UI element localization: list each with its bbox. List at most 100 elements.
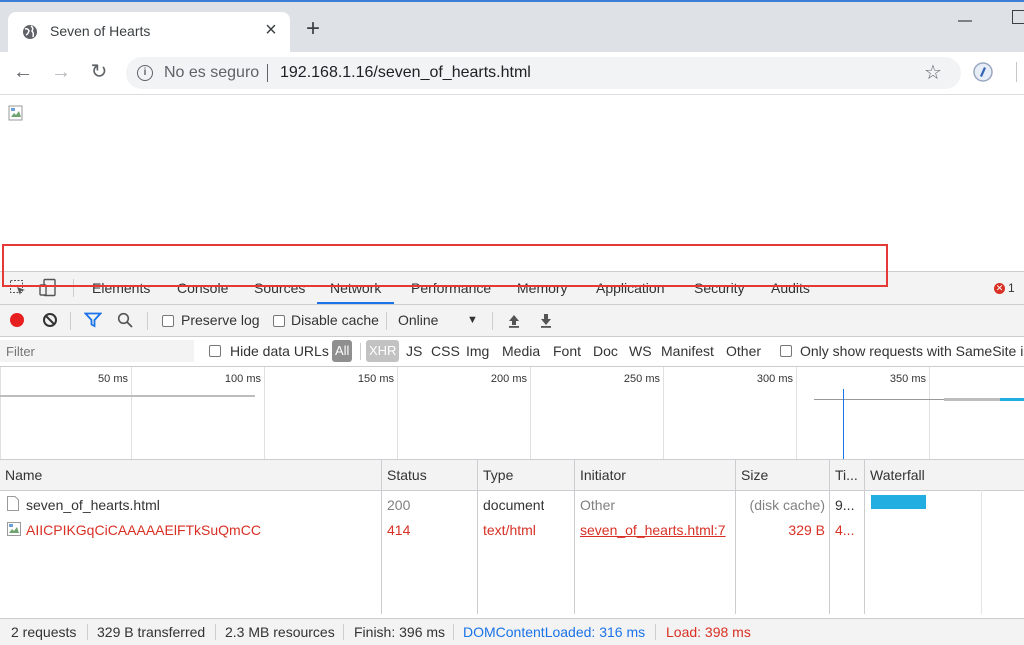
devtools-panel: Elements Console Sources Network Perform… <box>0 271 1024 645</box>
broken-image-icon <box>8 105 23 121</box>
dom-content-loaded-marker <box>843 389 844 459</box>
status-bar: 2 requests 329 B transferred 2.3 MB reso… <box>0 618 1024 645</box>
forward-button[interactable]: → <box>48 60 74 86</box>
filter-type-js[interactable]: JS <box>406 343 422 359</box>
error-icon: ✕ <box>994 283 1005 294</box>
column-size[interactable]: Size <box>741 467 768 483</box>
filter-type-manifest[interactable]: Manifest <box>661 343 714 359</box>
security-indicator[interactable]: No es seguro <box>164 64 259 82</box>
tab-close-icon[interactable]: × <box>261 20 281 40</box>
request-time: 4... <box>835 522 855 538</box>
filter-type-doc[interactable]: Doc <box>593 343 618 359</box>
filter-type-ws[interactable]: WS <box>629 343 652 359</box>
bookmark-star-icon[interactable]: ☆ <box>924 60 942 85</box>
samesite-label[interactable]: Only show requests with SameSite is <box>800 343 1024 359</box>
browser-toolbar: ← → ↻ i No es seguro 192.168.1.16/seven_… <box>0 52 1024 95</box>
filter-type-css[interactable]: CSS <box>431 343 460 359</box>
request-type: text/html <box>483 522 536 538</box>
load-time: Load: 398 ms <box>666 624 751 640</box>
filter-type-xhr[interactable]: XHR <box>366 340 400 362</box>
timeline-gridline <box>796 367 797 459</box>
address-bar[interactable]: i No es seguro 192.168.1.16/seven_of_hea… <box>126 57 961 89</box>
globe-icon <box>23 25 37 39</box>
timeline-bar <box>944 398 1000 401</box>
timeline-overview[interactable]: 50 ms 100 ms 150 ms 200 ms 250 ms 300 ms… <box>0 367 1024 460</box>
maximize-icon[interactable] <box>1012 10 1024 24</box>
preserve-log-label[interactable]: Preserve log <box>181 312 260 328</box>
throttling-select[interactable]: Online <box>398 312 438 328</box>
filter-bar: Hide data URLs All XHR JS CSS Img Media … <box>0 337 1024 367</box>
request-size: 329 B <box>788 522 825 538</box>
extension-icon[interactable] <box>972 61 994 83</box>
request-name[interactable]: AIICPIKGqCiCAAAAAElFTkSuQmCC <box>26 522 261 538</box>
column-type[interactable]: Type <box>483 467 513 483</box>
control-divider <box>492 312 493 330</box>
finish-time: Finish: 396 ms <box>354 624 446 640</box>
disable-cache-label[interactable]: Disable cache <box>291 312 379 328</box>
column-name[interactable]: Name <box>5 467 42 483</box>
tick-label: 50 ms <box>98 373 128 385</box>
tick-label: 350 ms <box>889 373 926 385</box>
control-divider <box>147 312 148 330</box>
filter-type-media[interactable]: Media <box>502 343 540 359</box>
disable-cache-checkbox[interactable] <box>273 315 285 327</box>
tick-label: 250 ms <box>623 373 660 385</box>
column-time[interactable]: Ti... <box>835 467 858 483</box>
request-name[interactable]: seven_of_hearts.html <box>26 497 160 513</box>
reload-button[interactable]: ↻ <box>86 60 112 86</box>
tab-strip: Seven of Hearts × + <box>0 0 1024 52</box>
column-status[interactable]: Status <box>387 467 427 483</box>
column-waterfall[interactable]: Waterfall <box>870 467 925 483</box>
requests-table: Name Status Type Initiator Size Ti... Wa… <box>0 460 1024 614</box>
highlight-box <box>2 244 888 287</box>
timeline-gridline <box>530 367 531 459</box>
search-icon[interactable] <box>117 312 133 328</box>
timeline-gridline <box>264 367 265 459</box>
import-har-icon[interactable] <box>506 313 522 329</box>
hide-data-urls-label[interactable]: Hide data URLs <box>230 343 329 359</box>
timeline-gridline <box>131 367 132 459</box>
info-icon[interactable]: i <box>137 65 153 81</box>
tick-label: 150 ms <box>357 373 394 385</box>
control-divider <box>70 312 71 330</box>
status-divider <box>87 624 88 640</box>
filter-funnel-icon[interactable] <box>84 312 102 328</box>
transferred-size: 329 B transferred <box>97 624 206 640</box>
resources-size: 2.3 MB resources <box>225 624 335 640</box>
waterfall-bar <box>871 495 926 509</box>
browser-tab[interactable]: Seven of Hearts × <box>8 12 290 52</box>
back-button[interactable]: ← <box>10 60 36 86</box>
new-tab-button[interactable]: + <box>301 17 325 42</box>
preserve-log-checkbox[interactable] <box>162 315 174 327</box>
column-initiator[interactable]: Initiator <box>580 467 626 483</box>
export-har-icon[interactable] <box>538 313 554 329</box>
window-top-border <box>0 0 1024 2</box>
request-status: 200 <box>387 497 411 513</box>
chevron-down-icon[interactable]: ▼ <box>467 314 478 326</box>
image-file-icon <box>7 522 21 536</box>
clear-icon[interactable] <box>43 313 57 327</box>
filter-type-other[interactable]: Other <box>726 343 761 359</box>
timeline-bar <box>814 399 944 400</box>
hide-data-urls-checkbox[interactable] <box>209 345 221 357</box>
request-size: (disk cache) <box>749 497 825 513</box>
record-button[interactable] <box>10 313 24 327</box>
tick-label: 100 ms <box>224 373 261 385</box>
timeline-gridline <box>929 367 930 459</box>
error-count: 1 <box>1008 281 1015 295</box>
document-file-icon <box>7 496 19 511</box>
filter-input[interactable] <box>0 340 194 362</box>
initiator-link[interactable]: seven_of_hearts.html:7 <box>580 522 726 538</box>
filter-type-font[interactable]: Font <box>553 343 581 359</box>
filter-divider <box>360 343 361 360</box>
tick-label: 300 ms <box>756 373 793 385</box>
error-counter[interactable]: ✕ 1 <box>994 281 1015 295</box>
request-initiator: Other <box>580 497 616 513</box>
timeline-gridline <box>663 367 664 459</box>
samesite-checkbox[interactable] <box>780 345 792 357</box>
timeline-gridline <box>0 367 1 459</box>
filter-type-img[interactable]: Img <box>466 343 489 359</box>
filter-type-all[interactable]: All <box>332 340 353 362</box>
url-text[interactable]: 192.168.1.16/seven_of_hearts.html <box>280 64 531 82</box>
minimize-icon[interactable] <box>955 14 975 28</box>
